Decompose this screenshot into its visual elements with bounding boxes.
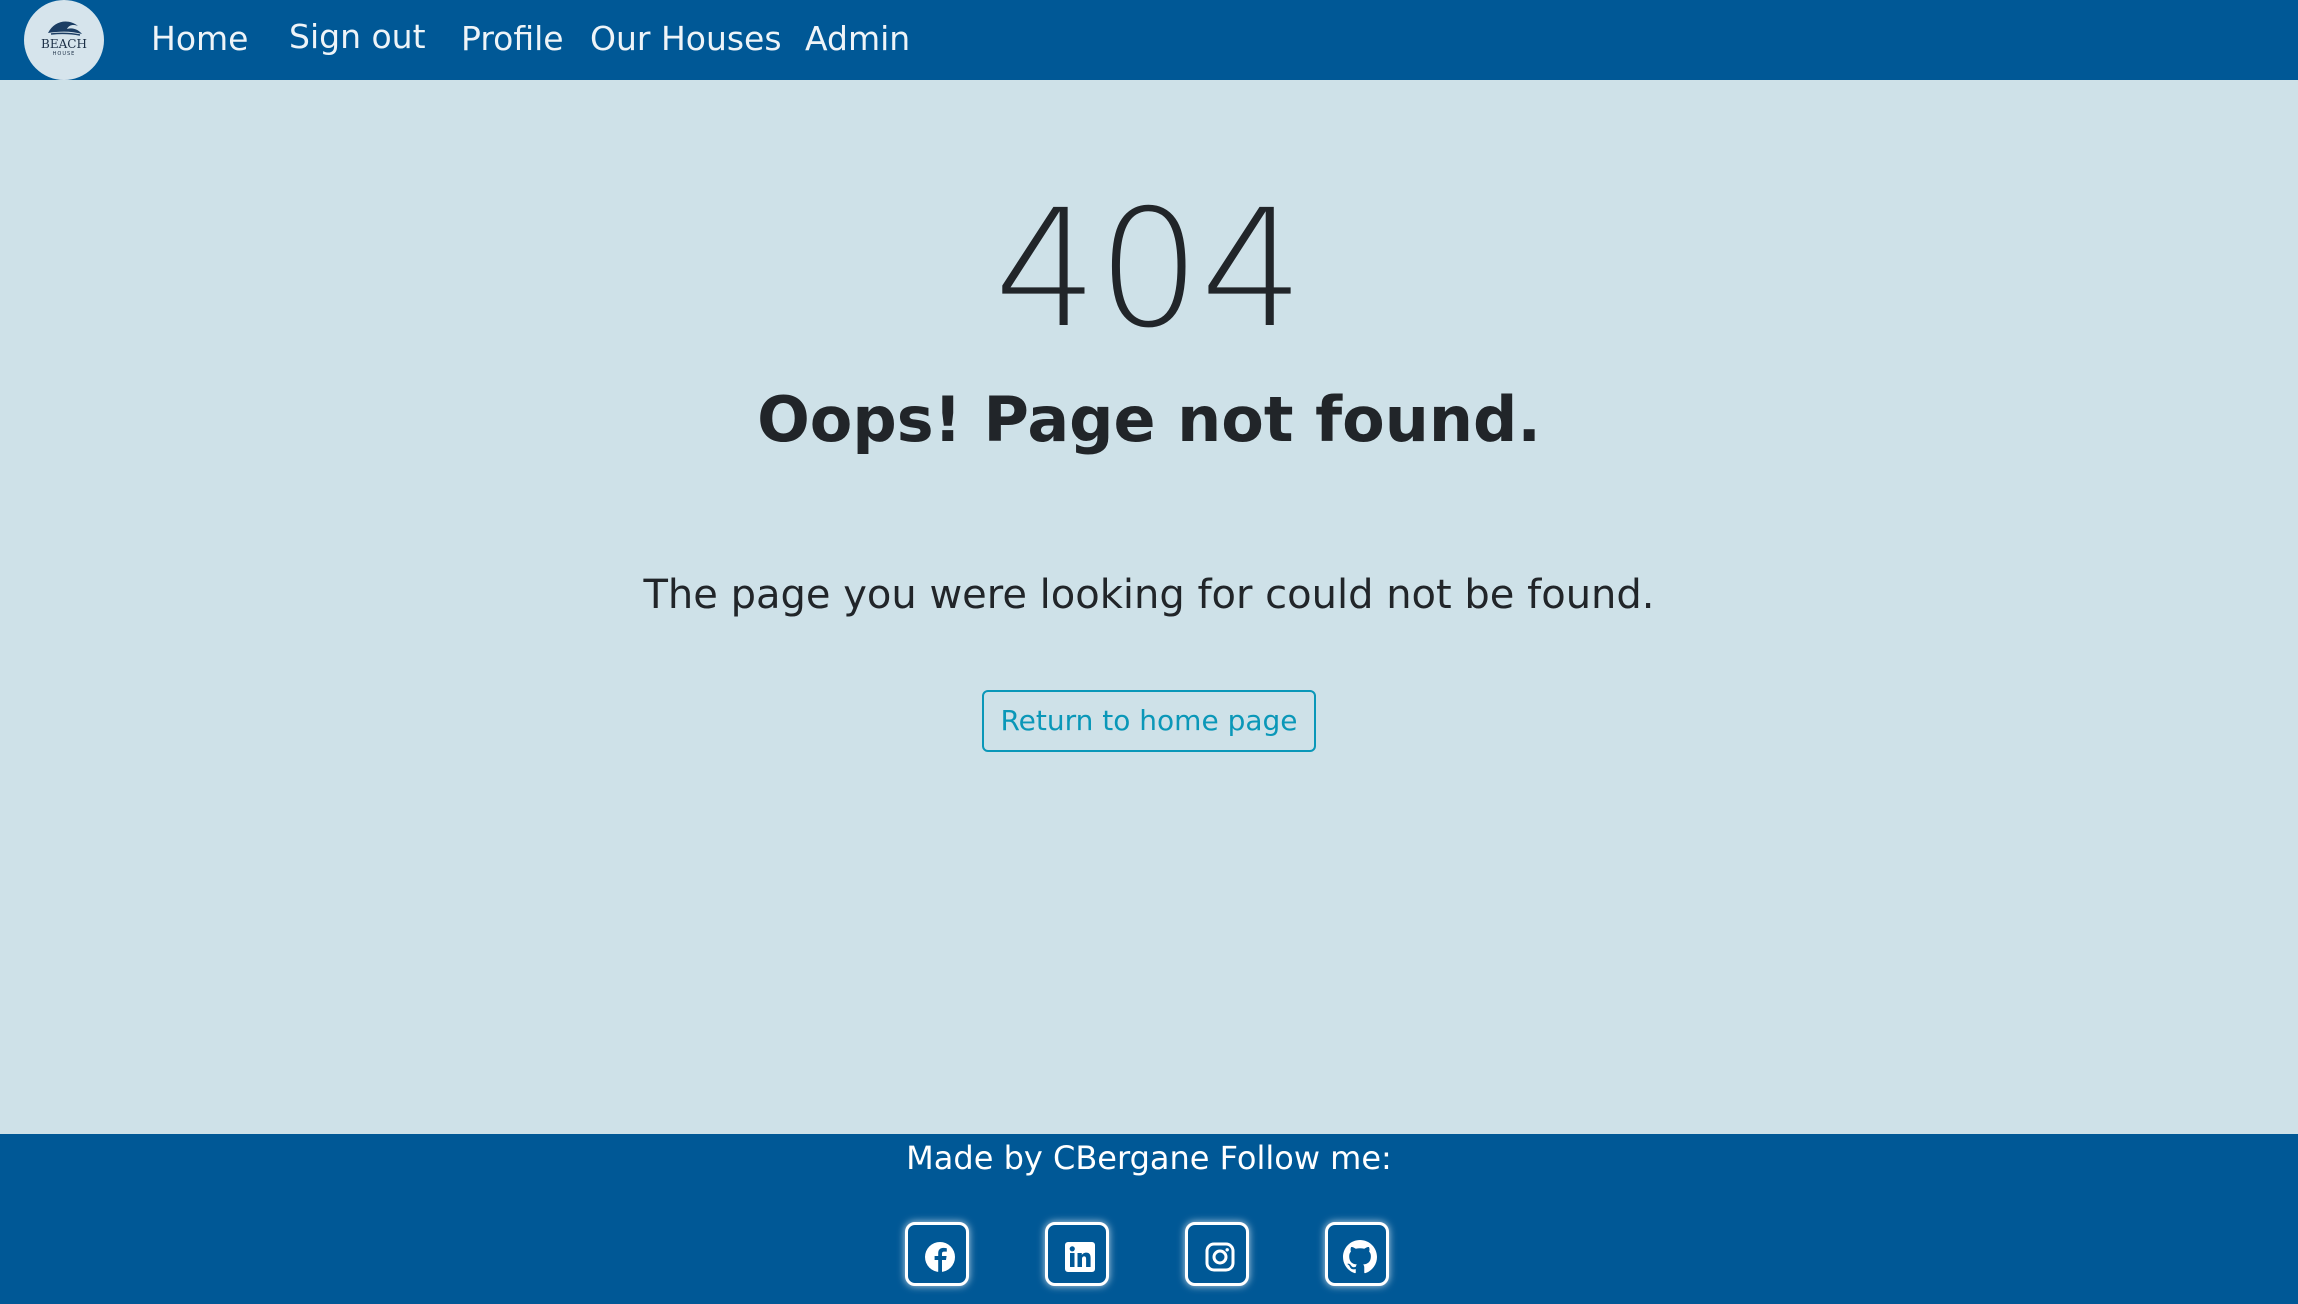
main-content: 404 Oops! Page not found. The page you w…: [0, 80, 2298, 1134]
github-icon: [1343, 1240, 1377, 1274]
nav-our-houses[interactable]: Our Houses: [590, 18, 782, 60]
facebook-link[interactable]: [905, 1222, 969, 1286]
error-message: The page you were looking for could not …: [643, 572, 1655, 618]
logo-subtext: HOUSE: [52, 51, 76, 57]
linkedin-icon: [1065, 1242, 1095, 1272]
linkedin-link[interactable]: [1045, 1222, 1109, 1286]
instagram-icon: [1205, 1242, 1235, 1272]
nav-sign-out[interactable]: Sign out: [289, 16, 426, 58]
page-title: Oops! Page not found.: [757, 383, 1541, 456]
facebook-icon: [925, 1242, 955, 1272]
brand-logo[interactable]: BEACH HOUSE: [24, 0, 104, 80]
navbar: BEACH HOUSE Home Sign out Profile Our Ho…: [0, 0, 2298, 80]
instagram-link[interactable]: [1185, 1222, 1249, 1286]
error-code: 404: [994, 176, 1304, 364]
nav-home[interactable]: Home: [151, 18, 248, 60]
nav-admin[interactable]: Admin: [805, 18, 910, 60]
github-link[interactable]: [1325, 1222, 1389, 1286]
return-home-button[interactable]: Return to home page: [982, 690, 1316, 752]
logo-text: BEACH: [41, 37, 87, 51]
nav-profile[interactable]: Profile: [461, 18, 564, 60]
footer: Made by CBergane Follow me:: [0, 1134, 2298, 1304]
footer-credit: Made by CBergane Follow me:: [906, 1139, 1392, 1177]
